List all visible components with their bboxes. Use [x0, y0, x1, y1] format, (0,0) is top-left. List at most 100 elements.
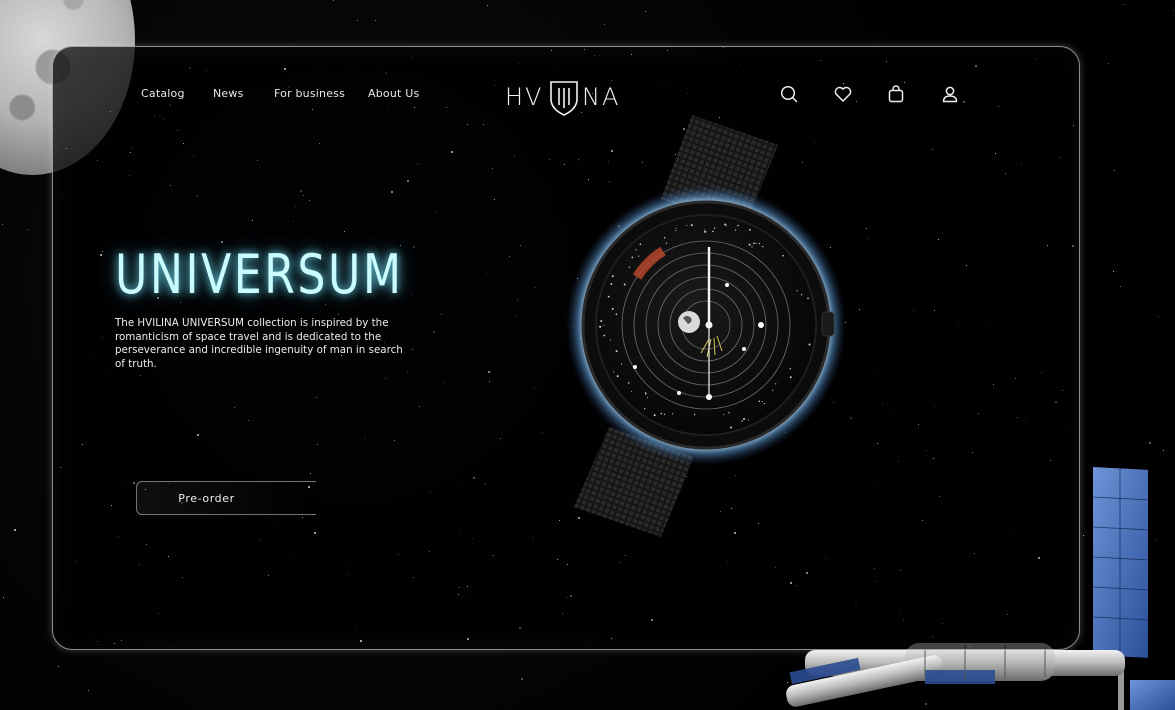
dial-star-dot [800, 294, 803, 296]
star [904, 82, 905, 83]
star [723, 47, 724, 48]
star [1149, 442, 1151, 444]
star [58, 666, 59, 667]
star [140, 375, 141, 376]
star [570, 595, 572, 597]
dial-star-dot [772, 389, 774, 391]
star [130, 152, 131, 153]
star [667, 50, 668, 51]
preorder-button[interactable]: Pre-order [136, 481, 316, 515]
star [110, 111, 111, 112]
star [1059, 157, 1060, 158]
star [567, 597, 568, 598]
star [856, 101, 857, 102]
star [975, 65, 977, 67]
nav-link-catalog[interactable]: Catalog [141, 87, 185, 100]
star [942, 623, 943, 624]
star [257, 160, 258, 161]
star [76, 561, 77, 562]
star [88, 690, 89, 691]
star [998, 106, 999, 107]
star [500, 438, 501, 439]
star [926, 450, 927, 451]
star [918, 424, 919, 425]
star [542, 432, 543, 433]
star [1073, 125, 1074, 126]
star [459, 587, 460, 588]
star [938, 239, 939, 240]
star [314, 532, 316, 534]
star [413, 577, 414, 578]
user-icon[interactable] [940, 84, 960, 104]
star [394, 440, 395, 441]
dial-star-dot [672, 413, 674, 415]
star [972, 452, 973, 453]
dial-star-dot [628, 382, 630, 384]
star [319, 143, 320, 144]
star [131, 147, 132, 148]
star [446, 107, 447, 108]
dial-star-dot [789, 368, 792, 370]
dial-star-dot [758, 242, 760, 245]
star [14, 529, 16, 531]
dial-star-dot [743, 417, 746, 421]
star [1108, 63, 1109, 64]
star [898, 461, 899, 462]
star [1017, 417, 1018, 418]
search-icon[interactable] [779, 84, 799, 104]
star [645, 11, 646, 12]
dial-star-dot [734, 229, 737, 231]
hero-card: Catalog News For business About Us HV NA [52, 46, 1080, 650]
star [451, 151, 453, 153]
nav-link-about-us[interactable]: About Us [368, 87, 419, 100]
dial-star-dot [723, 414, 725, 416]
dial-star-dot [637, 255, 640, 257]
star [360, 640, 362, 642]
star [129, 175, 130, 176]
star [1072, 245, 1074, 247]
star [102, 251, 103, 252]
star [300, 190, 302, 192]
star [806, 572, 808, 574]
dial-star-dot [749, 229, 751, 231]
star [302, 517, 303, 518]
star [344, 231, 345, 232]
dial-star-dot [753, 242, 755, 245]
star [493, 555, 494, 556]
star [874, 568, 875, 569]
dial-star-dot [653, 414, 656, 417]
star [419, 406, 420, 407]
star [375, 20, 376, 21]
star [934, 310, 935, 311]
dial-star-dot [782, 254, 784, 257]
star [993, 384, 994, 385]
star [60, 467, 61, 468]
nav-link-for-business[interactable]: For business [274, 87, 345, 100]
star [177, 130, 178, 131]
star [651, 619, 653, 621]
star [100, 254, 102, 256]
logo-text-left: HV [505, 83, 544, 111]
star [114, 643, 115, 644]
star [877, 443, 878, 444]
star [234, 407, 235, 408]
star [317, 444, 318, 445]
star [551, 50, 552, 51]
nav-link-news[interactable]: News [213, 87, 244, 100]
heart-icon[interactable] [833, 84, 853, 104]
star [900, 570, 901, 571]
dial-star-dot [623, 283, 626, 286]
star [562, 613, 563, 614]
star [519, 627, 521, 629]
star [170, 185, 171, 186]
star [206, 70, 207, 71]
star [430, 491, 431, 492]
star [268, 575, 269, 576]
star [969, 646, 970, 647]
star [284, 68, 286, 70]
bag-icon[interactable] [886, 84, 906, 104]
star [520, 245, 521, 246]
star [489, 381, 490, 382]
dial-star-dot [665, 242, 668, 244]
star [473, 477, 475, 479]
